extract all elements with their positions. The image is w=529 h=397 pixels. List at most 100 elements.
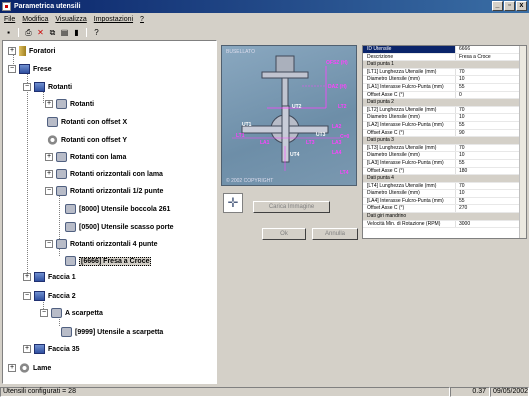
print-icon[interactable]: ⎙ bbox=[24, 28, 33, 37]
property-row[interactable]: [LT3] Lunghezza Utensile (mm) 70 bbox=[363, 144, 526, 153]
minimize-button[interactable]: _ bbox=[492, 1, 503, 11]
expand-toggle[interactable]: + bbox=[23, 345, 31, 353]
chart-icon[interactable]: ▮ bbox=[72, 28, 81, 37]
tree-node-frese[interactable]: − Frese bbox=[8, 63, 52, 75]
property-category[interactable]: Dati giri mandrino bbox=[363, 213, 526, 221]
tree-node-faccia-1[interactable]: + Faccia 1 bbox=[23, 271, 76, 283]
tree-node-oriz4[interactable]: − Rotanti orizzontali 4 punte bbox=[45, 238, 158, 250]
property-value[interactable]: 10 bbox=[456, 152, 526, 159]
collapse-toggle[interactable]: − bbox=[8, 65, 16, 73]
property-grid[interactable]: ID Utensile 6666 Descrizione Fresa a Croce D… bbox=[362, 45, 527, 239]
menu-modifica[interactable]: Modifica bbox=[22, 16, 48, 23]
property-row[interactable]: Diametro Utensile (mm) 10 bbox=[363, 114, 526, 122]
tool-tree[interactable]: + Foratori − Frese − Rotanti + Rotanti R… bbox=[2, 40, 217, 384]
property-row[interactable]: Velocità Min. di Rotazione (RPM) 3000 bbox=[363, 220, 526, 229]
property-value[interactable]: 6666 bbox=[456, 46, 526, 53]
property-value[interactable]: 180 bbox=[456, 168, 526, 175]
property-value[interactable]: 3000 bbox=[456, 221, 526, 228]
property-row[interactable]: [LA4] Interasse Fulcro-Punta (mm) 55 bbox=[363, 197, 526, 206]
tree-label: Rotanti orizzontali 4 punte bbox=[70, 240, 158, 248]
tree-node-oriz-lama[interactable]: + Rotanti orizzontali con lama bbox=[45, 168, 163, 180]
property-row[interactable]: [LA2] Interasse Fulcro-Punta (mm) 55 bbox=[363, 121, 526, 130]
tree-node-offset-y[interactable]: Rotanti con offset Y bbox=[47, 134, 127, 146]
property-value[interactable]: 70 bbox=[456, 69, 526, 76]
expand-toggle[interactable]: + bbox=[8, 47, 16, 55]
collapse-toggle[interactable]: − bbox=[45, 187, 53, 195]
property-row[interactable]: Offset Asse C (°) 0 bbox=[363, 91, 526, 100]
collapse-toggle[interactable]: − bbox=[23, 83, 31, 91]
menu-visualizza[interactable]: Visualizza bbox=[55, 16, 86, 23]
property-row[interactable]: Offset Asse C (°) 180 bbox=[363, 167, 526, 176]
tree-node-faccia-2[interactable]: − Faccia 2 bbox=[23, 290, 76, 302]
tree-node-tool-0500[interactable]: [0500] Utensile scasso porte bbox=[65, 221, 174, 233]
expand-toggle[interactable]: + bbox=[8, 364, 16, 372]
collapse-toggle[interactable]: − bbox=[40, 309, 48, 317]
save-icon[interactable]: ▪ bbox=[4, 28, 13, 37]
property-value[interactable]: 55 bbox=[456, 160, 526, 167]
maximize-button[interactable]: ▫ bbox=[504, 1, 515, 11]
property-row[interactable]: [LT2] Lunghezza Utensile (mm) 70 bbox=[363, 106, 526, 115]
menu-file[interactable]: File bbox=[4, 16, 15, 23]
property-row[interactable]: [LA1] Interasse Fulcro-Punta (mm) 55 bbox=[363, 83, 526, 92]
menu-help[interactable]: ? bbox=[140, 16, 144, 23]
property-row[interactable]: ID Utensile 6666 bbox=[363, 46, 526, 54]
property-category[interactable]: Dati punta 4 bbox=[363, 175, 526, 183]
tree-node-faccia-35[interactable]: + Faccia 35 bbox=[23, 343, 80, 355]
property-row[interactable]: Diametro Utensile (mm) 10 bbox=[363, 190, 526, 198]
expand-toggle[interactable]: + bbox=[45, 100, 53, 108]
property-row[interactable]: [LT1] Lunghezza Utensile (mm) 70 bbox=[363, 68, 526, 77]
property-category[interactable]: Dati punta 1 bbox=[363, 61, 526, 69]
tree-node-tool-9999[interactable]: [9999] Utensile a scarpetta bbox=[61, 326, 163, 338]
cancel-button[interactable]: Annulla bbox=[312, 228, 358, 240]
tree-node-scarpetta[interactable]: − A scarpetta bbox=[40, 307, 103, 319]
property-row[interactable]: Offset Asse C (°) 270 bbox=[363, 205, 526, 214]
tree-node-rotanti-child[interactable]: + Rotanti bbox=[45, 98, 94, 110]
property-value[interactable]: 90 bbox=[456, 130, 526, 137]
expand-toggle[interactable]: + bbox=[45, 153, 53, 161]
copy-icon[interactable]: ⧉ bbox=[48, 28, 57, 37]
property-value[interactable]: 55 bbox=[456, 198, 526, 205]
four-tips-icon bbox=[56, 239, 67, 249]
ok-button[interactable]: Ok bbox=[262, 228, 306, 240]
tree-node-oriz-half[interactable]: − Rotanti orizzontali 1/2 punte bbox=[45, 185, 163, 197]
property-key: [LA3] Interasse Fulcro-Punta (mm) bbox=[363, 159, 456, 167]
property-value[interactable]: 10 bbox=[456, 76, 526, 83]
property-value[interactable]: 0 bbox=[456, 92, 526, 99]
property-value[interactable]: 10 bbox=[456, 114, 526, 121]
tree-node-lama[interactable]: + Rotanti con lama bbox=[45, 151, 126, 163]
tree-node-lame[interactable]: + Lame bbox=[8, 362, 51, 374]
property-value[interactable]: 55 bbox=[456, 84, 526, 91]
tree-node-tool-8000[interactable]: [8000] Utensile boccola 261 bbox=[65, 203, 170, 215]
load-image-button[interactable]: Carica Immagine bbox=[253, 201, 330, 213]
tree-node-foratori[interactable]: + Foratori bbox=[8, 45, 55, 57]
delete-icon[interactable]: ✕ bbox=[36, 28, 45, 37]
property-row[interactable]: Diametro Utensile (mm) 10 bbox=[363, 76, 526, 84]
property-value[interactable]: 10 bbox=[456, 190, 526, 197]
tree-node-offset-x[interactable]: Rotanti con offset X bbox=[47, 116, 127, 128]
property-row[interactable]: Offset Asse C (°) 90 bbox=[363, 129, 526, 138]
tree-node-tool-6666[interactable]: [6666] Fresa a Croce bbox=[65, 255, 152, 267]
expand-toggle[interactable]: + bbox=[23, 273, 31, 281]
property-row[interactable]: Diametro Utensile (mm) 10 bbox=[363, 152, 526, 160]
tree-node-rotanti[interactable]: − Rotanti bbox=[23, 81, 72, 93]
property-row[interactable]: [LA3] Interasse Fulcro-Punta (mm) 55 bbox=[363, 159, 526, 168]
expand-toggle[interactable]: + bbox=[45, 170, 53, 178]
property-scrollbar[interactable] bbox=[519, 46, 526, 238]
property-category[interactable]: Dati punta 3 bbox=[363, 137, 526, 145]
collapse-toggle[interactable]: − bbox=[23, 292, 31, 300]
close-button[interactable]: x bbox=[516, 1, 527, 11]
property-value[interactable]: 70 bbox=[456, 107, 526, 114]
menu-impostazioni[interactable]: Impostazioni bbox=[94, 16, 133, 23]
property-value[interactable]: 55 bbox=[456, 122, 526, 129]
property-value[interactable]: 70 bbox=[456, 183, 526, 190]
property-row[interactable]: [LT4] Lunghezza Utensile (mm) 70 bbox=[363, 182, 526, 191]
property-value[interactable]: Fresa a Croce bbox=[456, 54, 526, 61]
property-row[interactable]: Descrizione Fresa a Croce bbox=[363, 53, 526, 62]
paste-icon[interactable]: ▤ bbox=[60, 28, 69, 37]
property-value[interactable]: 70 bbox=[456, 145, 526, 152]
collapse-toggle[interactable]: − bbox=[45, 240, 53, 248]
property-value[interactable]: 270 bbox=[456, 205, 526, 212]
help-icon[interactable]: ? bbox=[92, 28, 101, 37]
dim-label: LA4 bbox=[332, 150, 342, 156]
property-category[interactable]: Dati punta 2 bbox=[363, 99, 526, 107]
